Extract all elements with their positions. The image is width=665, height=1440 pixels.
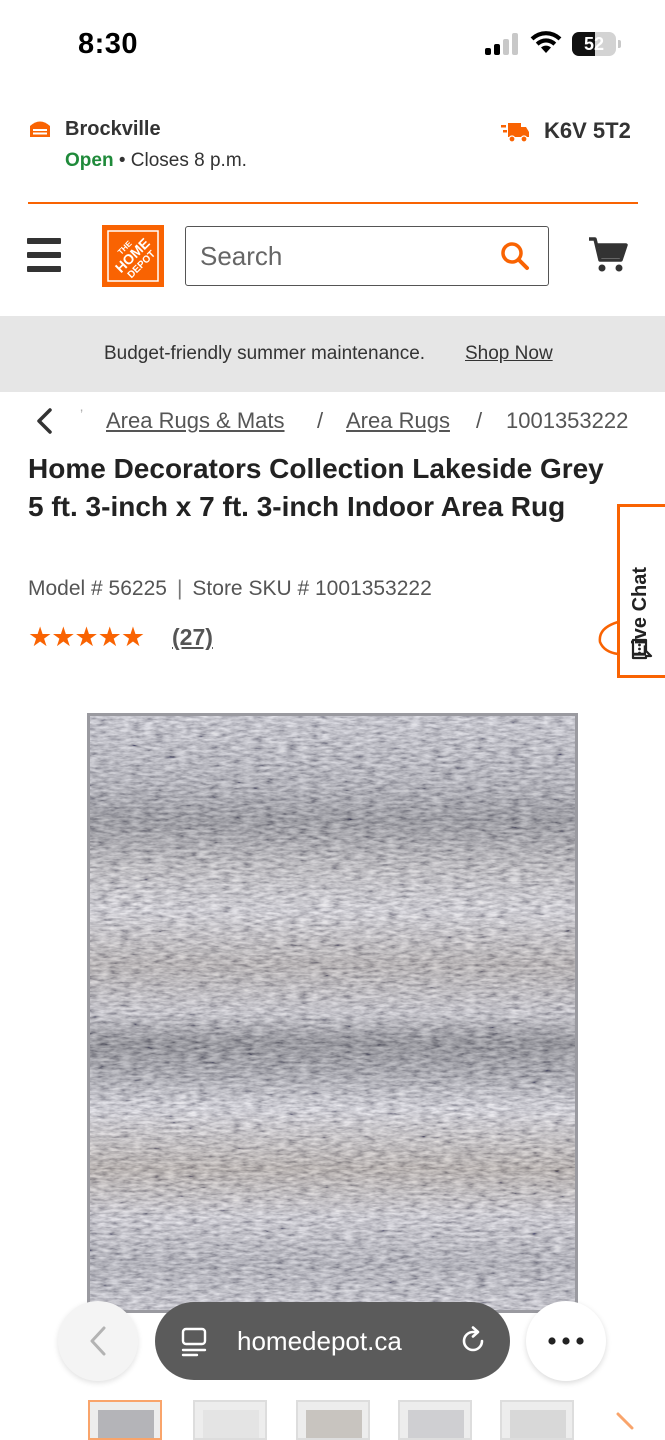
browser-back-button[interactable] — [58, 1301, 138, 1381]
search-box[interactable] — [185, 226, 549, 286]
thumbnail-5[interactable] — [500, 1400, 574, 1440]
product-identifiers: Model # 56225 | Store SKU # 1001353222 — [28, 577, 432, 600]
closing-time: • Closes 8 p.m. — [113, 150, 247, 171]
reload-icon[interactable] — [458, 1326, 488, 1356]
more-dots-icon — [548, 1337, 584, 1345]
breadcrumb-area-rugs[interactable]: Area Rugs — [346, 408, 450, 434]
promo-banner: Budget-friendly summer maintenance. Shop… — [0, 316, 665, 392]
status-time: 8:30 — [78, 28, 139, 60]
breadcrumb: ’ Area Rugs & Mats / Area Rugs / 1001353… — [28, 404, 638, 438]
thumbnail-3[interactable] — [296, 1400, 370, 1440]
url-text[interactable]: homedepot.ca — [237, 1326, 402, 1357]
address-bar[interactable]: homedepot.ca — [155, 1302, 510, 1380]
cart-icon[interactable] — [588, 236, 628, 274]
more-options-button[interactable] — [526, 1301, 606, 1381]
product-image[interactable] — [87, 713, 578, 1313]
chevron-left-icon — [90, 1326, 106, 1356]
cellular-signal-icon — [485, 33, 519, 55]
rating-stars: ★★★★★ — [28, 622, 145, 652]
chevron-right-icon[interactable] — [610, 1412, 640, 1440]
header-nav: THE HOME DEPOT — [0, 222, 665, 292]
store-name[interactable]: Brockville — [65, 118, 161, 141]
thumbnail-2[interactable] — [193, 1400, 267, 1440]
review-count-link[interactable]: (27) — [172, 624, 213, 651]
wifi-icon — [530, 31, 562, 53]
store-info[interactable]: Brockville Open • Closes 8 p.m. K6V 5T2 — [28, 112, 638, 182]
delivery-truck-icon — [501, 123, 529, 143]
promo-text: Budget-friendly summer maintenance. — [104, 343, 426, 364]
open-status: Open — [65, 150, 114, 171]
thumbnail-4[interactable] — [398, 1400, 472, 1440]
store-sku: Store SKU # 1001353222 — [192, 577, 432, 600]
live-chat-button[interactable]: Live Chat — [617, 504, 665, 678]
thumbnail-1[interactable] — [88, 1400, 162, 1440]
divider — [28, 202, 638, 204]
model-number: Model # 56225 — [28, 577, 167, 600]
search-input[interactable] — [200, 240, 490, 272]
chevron-left-icon[interactable] — [34, 407, 54, 435]
search-icon[interactable] — [500, 241, 530, 271]
breadcrumb-area-rugs-mats[interactable]: Area Rugs & Mats — [106, 408, 285, 434]
home-depot-logo[interactable]: THE HOME DEPOT — [102, 225, 164, 287]
store-hours: Open • Closes 8 p.m. — [65, 150, 247, 172]
shop-now-link[interactable]: Shop Now — [465, 343, 553, 365]
live-chat-label: Live Chat — [629, 566, 651, 657]
battery-level: 52 — [583, 34, 605, 54]
truncation-mark: ’ — [80, 406, 84, 422]
product-title: Home Decorators Collection Lakeside Grey… — [28, 450, 608, 526]
product-brand[interactable]: Home Decorators Collection — [28, 453, 405, 484]
hamburger-menu-icon[interactable] — [27, 238, 61, 272]
breadcrumb-current: 1001353222 — [506, 408, 629, 433]
battery-icon: 52 — [572, 32, 621, 56]
breadcrumb-separator: / — [317, 408, 324, 433]
status-bar: 8:30 52 — [0, 0, 665, 92]
store-icon — [30, 121, 50, 137]
delivery-postal-code[interactable]: K6V 5T2 — [544, 118, 631, 144]
reader-mode-icon[interactable] — [181, 1327, 209, 1357]
breadcrumb-separator: / — [476, 408, 483, 433]
